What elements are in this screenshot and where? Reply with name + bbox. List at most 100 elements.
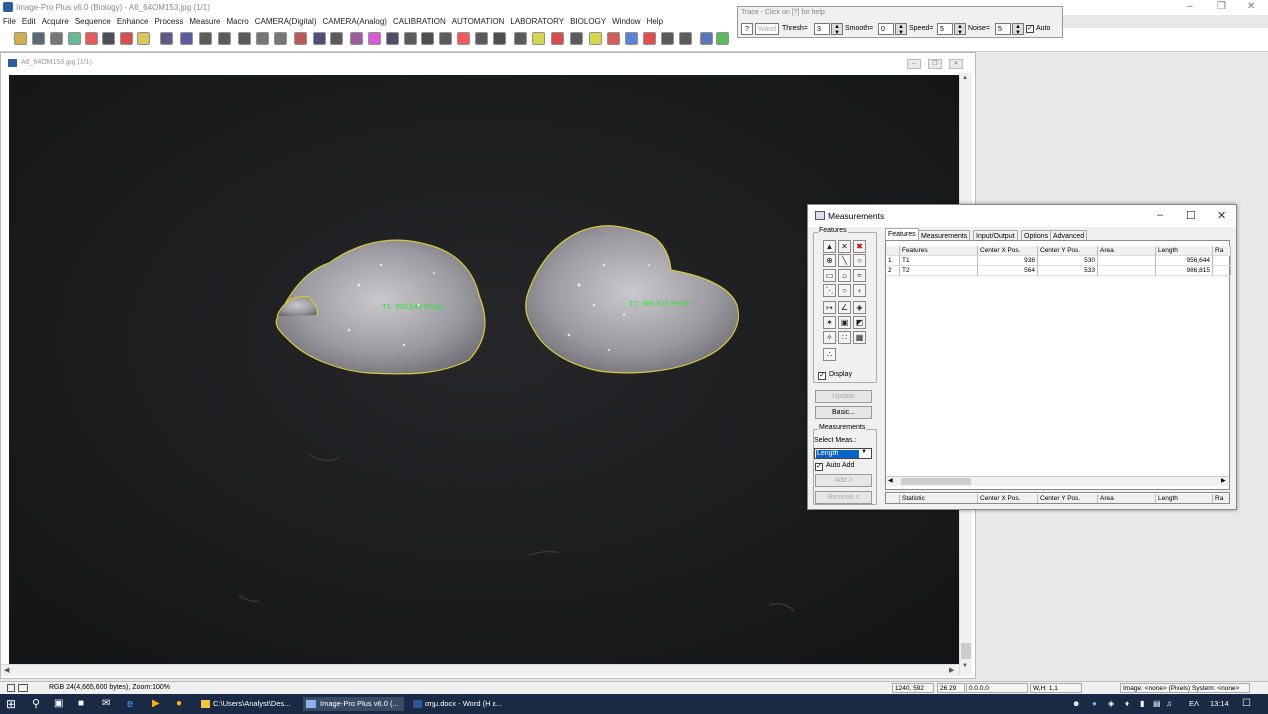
speed-input[interactable]: 5	[937, 23, 953, 35]
toolbar-tool-icon[interactable]	[404, 32, 417, 45]
start-icon[interactable]: ⊞	[6, 697, 20, 711]
sparkle-icon[interactable]: ✧	[823, 331, 836, 344]
image-minimize-button[interactable]: –	[907, 59, 921, 69]
speed-spinner[interactable]: ▲ ▼	[954, 23, 966, 36]
volume-icon[interactable]: ♫	[1166, 697, 1172, 711]
remove-button[interactable]: Remove <	[815, 491, 872, 504]
smooth-input[interactable]: 0	[878, 23, 894, 35]
chevron-down-icon[interactable]: ▼	[861, 449, 867, 455]
taskbar-explorer[interactable]: C:\Users\Analyst\Des...	[199, 697, 299, 711]
select-meas-dropdown[interactable]: Length ▼	[814, 448, 872, 459]
grid-header-cell[interactable]: Statistic	[900, 494, 978, 503]
toolbar-tool-icon[interactable]	[679, 32, 692, 45]
toolbar-tool-icon[interactable]	[330, 32, 343, 45]
toolbar-tool-icon[interactable]	[457, 32, 470, 45]
pointer-icon[interactable]: ▲	[823, 240, 836, 253]
circle-icon[interactable]: ○	[853, 254, 866, 267]
toolbar-tool-icon[interactable]	[350, 32, 363, 45]
toolbar-tool-icon[interactable]	[85, 32, 98, 45]
toolbar-tool-icon[interactable]	[625, 32, 638, 45]
toolbar-tool-icon[interactable]	[102, 32, 115, 45]
toolbar-tool-icon[interactable]	[643, 32, 656, 45]
menu-measure[interactable]: Measure	[186, 15, 223, 28]
toolbar-tool-icon[interactable]	[532, 32, 545, 45]
toolbar-tool-icon[interactable]	[700, 32, 713, 45]
clock[interactable]: 13:14	[1210, 697, 1229, 711]
menu-calibration[interactable]: CALIBRATION	[390, 15, 449, 28]
toolbar-tool-icon[interactable]	[313, 32, 326, 45]
tray-app-icon[interactable]: ◈	[1108, 697, 1114, 711]
image-close-button[interactable]: ✕	[949, 59, 963, 69]
scroll-down-icon[interactable]: ▼	[962, 663, 968, 669]
toolbar-tool-icon[interactable]	[475, 32, 488, 45]
toolbar-tool-icon[interactable]	[50, 32, 63, 45]
grid-scroll-right-icon[interactable]: ▶	[1221, 477, 1226, 484]
grid-header-cell[interactable]: Length	[1156, 246, 1213, 256]
polyline-icon[interactable]: ⋱	[823, 284, 836, 297]
toolbar-tool-icon[interactable]	[421, 32, 434, 45]
toolbar-tool-icon[interactable]	[180, 32, 193, 45]
trace-icon[interactable]: ≈	[853, 269, 866, 282]
people-icon[interactable]: ☻	[1072, 697, 1080, 711]
meas-minimize-button[interactable]: –	[1157, 209, 1163, 221]
grid-header-cell[interactable]: Ra	[1213, 246, 1231, 256]
basic-button[interactable]: Basic...	[815, 406, 872, 419]
task-view-icon[interactable]: ▣	[54, 697, 63, 711]
toolbar-tool-icon[interactable]	[218, 32, 231, 45]
arc-icon[interactable]: ‹	[853, 284, 866, 297]
grid-header-cell[interactable]: Features	[900, 246, 978, 256]
grid-header-cell[interactable]	[886, 246, 900, 256]
polygon-icon[interactable]: ⌂	[838, 269, 851, 282]
close-button[interactable]: ✕	[1247, 1, 1255, 12]
meas-close-button[interactable]: ✕	[1217, 209, 1226, 222]
grid-icon[interactable]: ▦	[853, 331, 866, 344]
toolbar-tool-icon[interactable]	[607, 32, 620, 45]
media-icon[interactable]: ▶	[152, 697, 160, 711]
angle-icon[interactable]: ∠	[838, 301, 851, 314]
scroll-up-icon[interactable]: ▲	[962, 75, 968, 81]
menu-sequence[interactable]: Sequence	[72, 15, 114, 28]
toolbar-tool-icon[interactable]	[137, 32, 150, 45]
auto-trace-icon[interactable]: ◈	[853, 301, 866, 314]
display-checkbox[interactable]: ✓	[818, 372, 826, 380]
update-button[interactable]: Update	[815, 390, 872, 403]
store-icon[interactable]: ■	[78, 697, 84, 711]
grid-scroll-left-icon[interactable]: ◀	[888, 477, 893, 484]
toolbar-tool-icon[interactable]	[551, 32, 564, 45]
taskbar-word[interactable]: σημ.docx - Word (H ε...	[410, 697, 510, 711]
menu-automation[interactable]: AUTOMATION	[449, 15, 508, 28]
toolbar-tool-icon[interactable]	[368, 32, 381, 45]
toolbar-tool-icon[interactable]	[493, 32, 506, 45]
toolbar-tool-icon[interactable]	[514, 32, 527, 45]
grid-header-cell[interactable]: Area	[1098, 246, 1156, 256]
grid-header-cell[interactable]: Center X Pos.	[978, 494, 1038, 503]
menu-help[interactable]: Help	[644, 15, 666, 28]
grid-header-cell[interactable]	[886, 494, 900, 503]
line-icon[interactable]: ╲	[838, 254, 851, 267]
menu-process[interactable]: Process	[151, 15, 186, 28]
smooth-spinner[interactable]: ▲ ▼	[895, 23, 907, 36]
toolbar-tool-icon[interactable]	[386, 32, 399, 45]
noise-input[interactable]: 5	[995, 23, 1011, 35]
wand-button[interactable]: Wand	[755, 23, 780, 35]
auto-checkbox[interactable]: ✓	[1026, 25, 1034, 33]
toolbar-tool-icon[interactable]	[68, 32, 81, 45]
add-button[interactable]: Add >	[815, 474, 872, 487]
toolbar-tool-icon[interactable]	[294, 32, 307, 45]
layout-icon[interactable]	[7, 684, 15, 692]
toolbar-tool-icon[interactable]	[160, 32, 173, 45]
thresh-input[interactable]: 3	[814, 23, 830, 35]
menu-camera-digital[interactable]: CAMERA(Digital)	[252, 15, 320, 28]
toolbar-tool-icon[interactable]	[274, 32, 287, 45]
menu-camera-analog[interactable]: CAMERA(Analog)	[320, 15, 390, 28]
menu-enhance[interactable]: Enhance	[114, 15, 152, 28]
dropbox-icon[interactable]: ♦	[1125, 697, 1129, 711]
toolbar-tool-icon[interactable]	[716, 32, 729, 45]
taskbar-imagepro[interactable]: Image-Pro Plus v6.0 (...	[303, 697, 404, 711]
grid-hscroll-thumb[interactable]	[901, 478, 971, 485]
delete-icon[interactable]: ✖	[853, 240, 866, 253]
grid-hscroll[interactable]: ◀ ▶	[886, 476, 1229, 486]
image-restore-button[interactable]: ❐	[928, 59, 942, 69]
menu-biology[interactable]: BIOLOGY	[567, 15, 609, 28]
toolbar-tool-icon[interactable]	[439, 32, 452, 45]
